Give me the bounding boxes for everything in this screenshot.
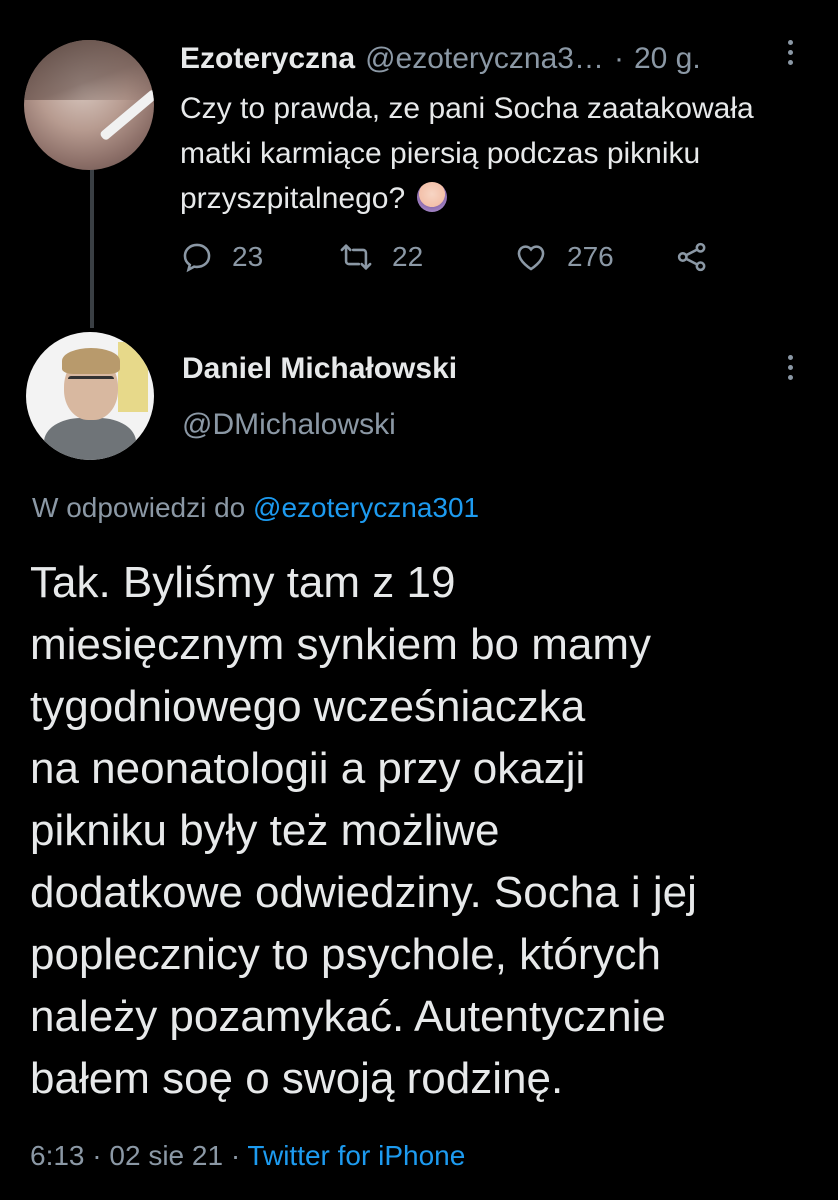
tweet2-date: 02 sie 21 — [109, 1140, 224, 1171]
tweet1-separator: · — [613, 42, 624, 75]
more-vertical-icon[interactable] — [786, 40, 794, 70]
share-icon — [677, 242, 706, 272]
tweet1-actions: 23 22 276 — [180, 240, 720, 280]
like-count: 276 — [567, 241, 614, 272]
tweet2-source-link[interactable]: Twitter for iPhone — [247, 1140, 465, 1171]
tweet2-body: Tak. Byliśmy tam z 19 miesięcznym synkie… — [30, 558, 697, 1103]
more-vertical-icon[interactable] — [786, 355, 794, 385]
retweet-count: 22 — [392, 241, 424, 272]
retweet-icon — [340, 244, 372, 270]
facepalm-emoji-icon — [417, 182, 448, 212]
retweet-button[interactable]: 22 — [338, 240, 423, 274]
like-button[interactable]: 276 — [513, 240, 614, 274]
avatar-ezoteryczna[interactable] — [24, 40, 154, 170]
reply-context: W odpowiedzi do @ezoteryczna301 — [32, 492, 479, 524]
heart-icon — [517, 245, 545, 271]
meta-separator: · — [92, 1140, 102, 1171]
tweet1-text: Czy to prawda, ze pani Socha zaatakowała… — [180, 86, 780, 221]
tweet1-time[interactable]: 20 g. — [634, 42, 701, 76]
tweet1-body: Czy to prawda, ze pani Socha zaatakowała… — [180, 92, 754, 215]
tweet1-header: Ezoteryczna @ezoteryczna3… · 20 g. — [180, 42, 701, 76]
reply-count: 23 — [232, 241, 264, 272]
share-button[interactable] — [674, 240, 710, 274]
tweet2-display-name[interactable]: Daniel Michałowski — [182, 352, 457, 386]
reply-button[interactable]: 23 — [180, 240, 263, 274]
avatar-daniel-michalowski[interactable] — [26, 332, 154, 460]
tweet1-handle[interactable]: @ezoteryczna3… — [365, 42, 604, 76]
meta-separator: · — [230, 1140, 241, 1171]
reply-prefix: W odpowiedzi do — [32, 492, 246, 523]
tweet2-handle[interactable]: @DMichalowski — [182, 408, 396, 442]
reply-mention-link[interactable]: @ezoteryczna301 — [253, 492, 479, 523]
reply-icon — [183, 243, 211, 273]
tweet2-meta: 6:13 · 02 sie 21 · Twitter for iPhone — [30, 1140, 465, 1172]
tweet1-display-name[interactable]: Ezoteryczna — [180, 42, 355, 76]
thread-connector-line — [90, 168, 94, 328]
tweet2-time: 6:13 — [30, 1140, 85, 1171]
